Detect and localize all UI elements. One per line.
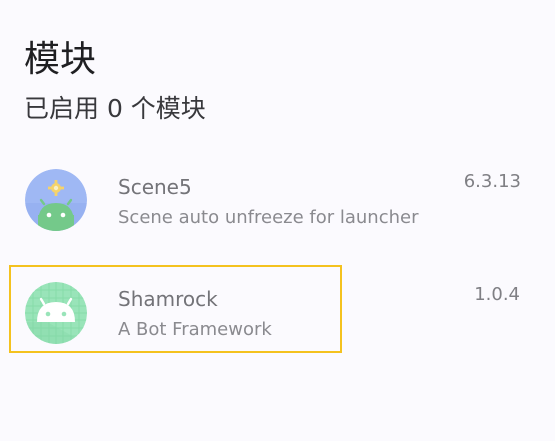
android-grid-icon xyxy=(25,282,87,344)
module-item-shamrock[interactable]: Shamrock A Bot Framework 1.0.4 xyxy=(0,263,555,363)
page-title: 模块 xyxy=(24,39,97,80)
module-description: A Bot Framework xyxy=(118,319,272,340)
android-gear-icon xyxy=(25,169,87,231)
module-item-scene5[interactable]: Scene5 Scene auto unfreeze for launcher … xyxy=(0,150,555,250)
module-version: 6.3.13 xyxy=(463,171,521,192)
enabled-modules-count: 已启用 0 个模块 xyxy=(24,94,206,123)
module-name: Shamrock xyxy=(118,287,218,311)
module-version: 1.0.4 xyxy=(474,284,520,305)
module-description: Scene auto unfreeze for launcher xyxy=(118,207,419,228)
module-name: Scene5 xyxy=(118,175,192,199)
